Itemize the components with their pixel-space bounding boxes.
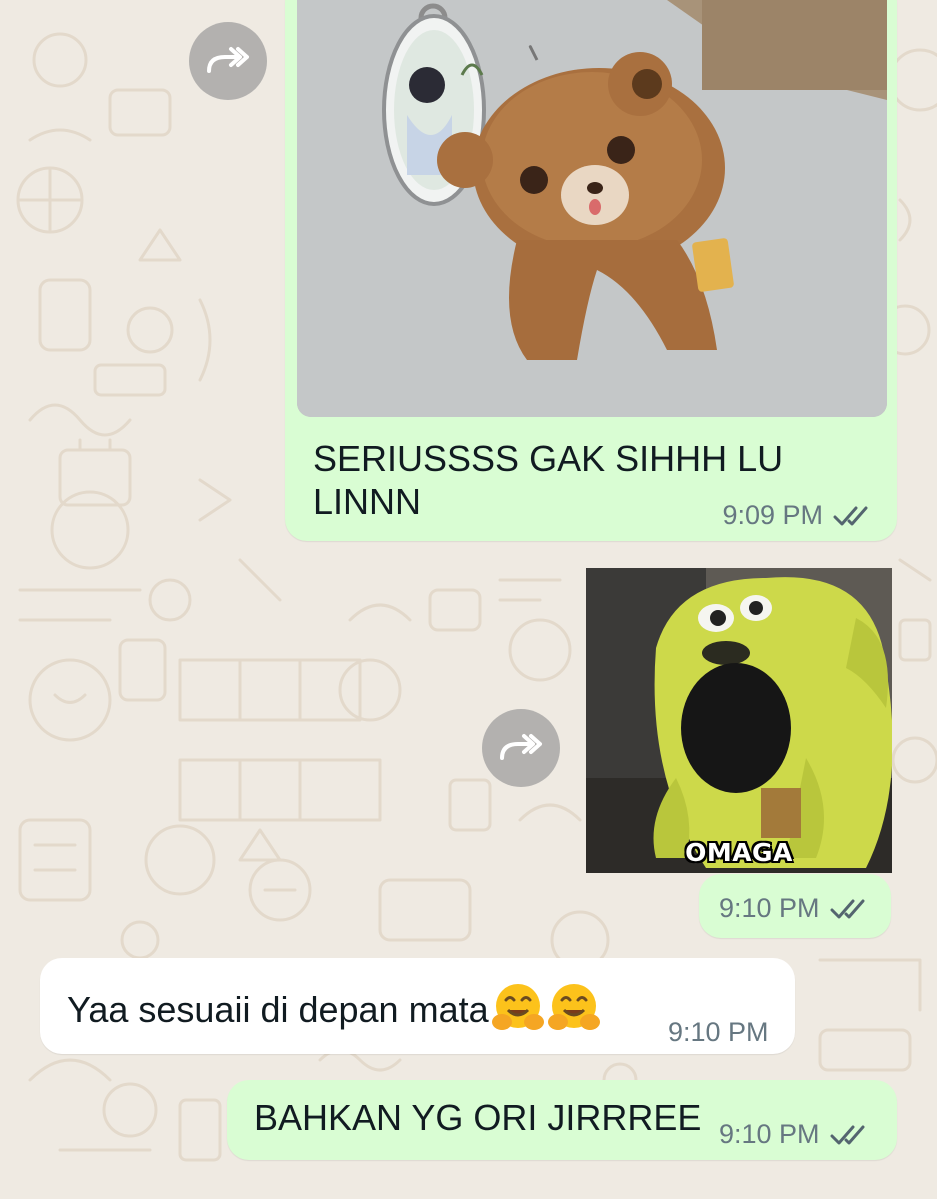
message-meta: 9:10 PM: [719, 1119, 872, 1150]
message-time: 9:10 PM: [719, 1119, 820, 1149]
hugging-face-emoji: [547, 982, 601, 1036]
message-text: BAHKAN YG ORI JIRRREE: [254, 1097, 702, 1138]
double-check-icon: [830, 1123, 872, 1147]
message-text: Yaa sesuaii di depan mata: [67, 982, 601, 1036]
message-time: 9:10 PM: [719, 893, 820, 923]
sticker-caption: OMAGA: [685, 838, 793, 867]
forward-icon: [498, 731, 544, 766]
forward-icon: [205, 44, 251, 79]
message-text-content: Yaa sesuaii di depan mata: [67, 988, 489, 1030]
message-time: 9:10 PM: [668, 1017, 769, 1047]
forward-button[interactable]: [189, 22, 267, 100]
message-time: 9:09 PM: [722, 500, 823, 530]
shared-photo[interactable]: [297, 0, 887, 417]
sticker-image[interactable]: OMAGA: [586, 568, 892, 873]
double-check-icon: [833, 504, 875, 528]
message-meta: 9:09 PM: [722, 500, 875, 531]
double-check-icon: [830, 897, 872, 921]
message-meta: 9:10 PM: [719, 893, 872, 924]
hugging-face-emoji: [491, 982, 545, 1036]
forward-button[interactable]: [482, 709, 560, 787]
message-meta: 9:10 PM: [668, 1017, 769, 1048]
